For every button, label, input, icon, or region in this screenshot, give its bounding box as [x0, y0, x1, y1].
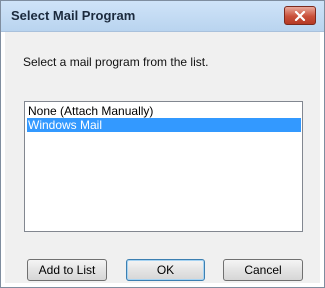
title-bar[interactable]: Select Mail Program — [1, 1, 324, 32]
cancel-button[interactable]: Cancel — [223, 259, 303, 281]
list-item-windows-mail[interactable]: Windows Mail — [27, 118, 301, 132]
close-icon — [294, 10, 306, 21]
ok-button[interactable]: OK — [126, 259, 205, 281]
list-item-none-attach-manually[interactable]: None (Attach Manually) — [27, 104, 301, 118]
window-title: Select Mail Program — [11, 8, 136, 23]
select-mail-program-dialog: Select Mail Program Select a mail progra… — [0, 0, 325, 288]
close-button[interactable] — [284, 6, 316, 25]
instruction-text: Select a mail program from the list. — [23, 55, 209, 69]
add-to-list-button[interactable]: Add to List — [27, 259, 107, 281]
dialog-body: Select a mail program from the list. Non… — [5, 32, 320, 283]
mail-program-list[interactable]: None (Attach Manually) Windows Mail — [24, 101, 303, 232]
